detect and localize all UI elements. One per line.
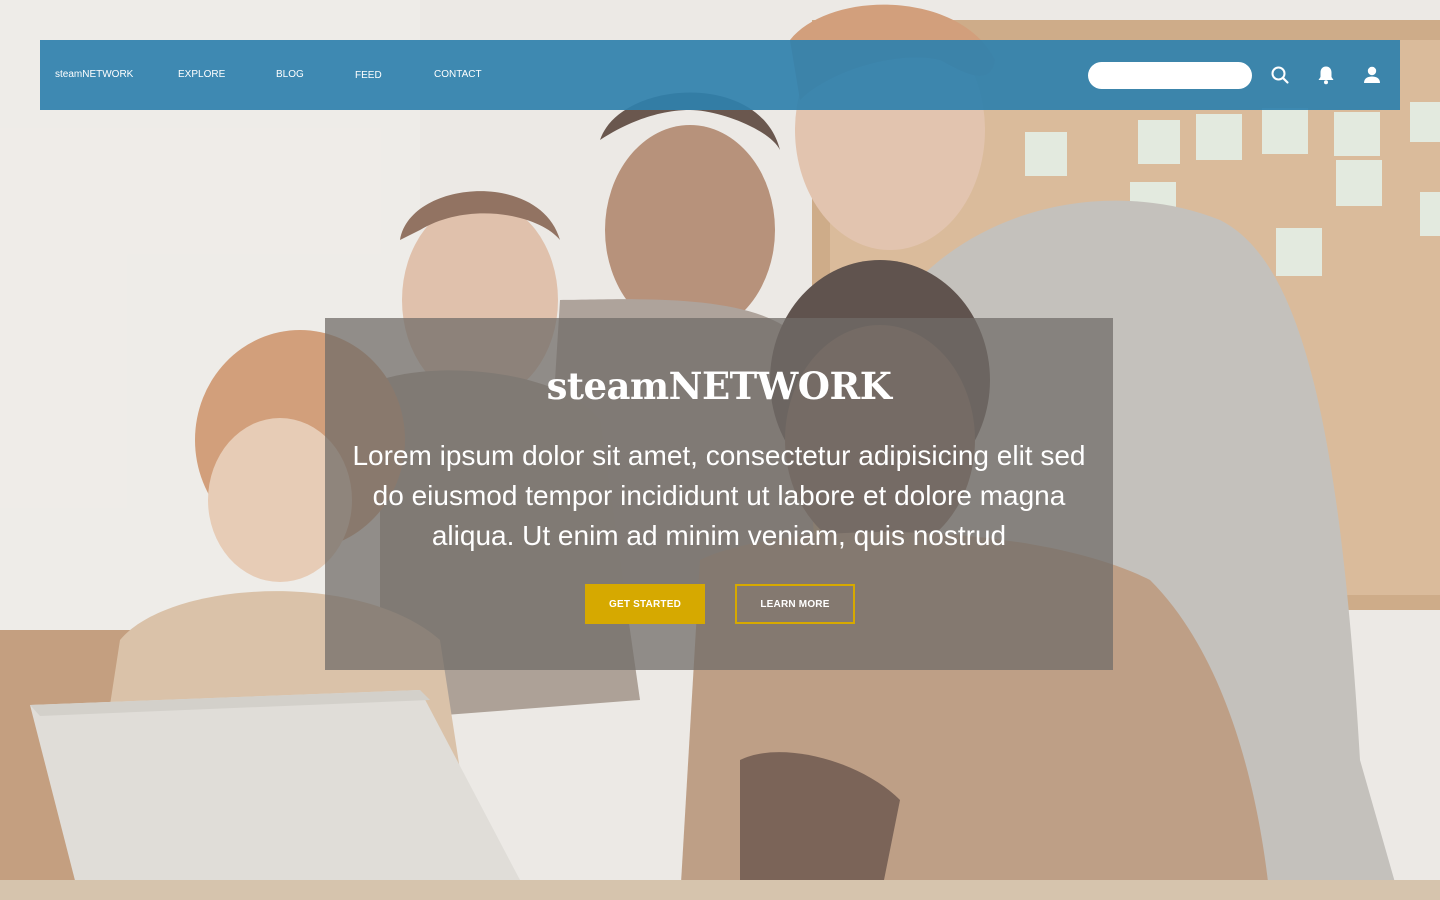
search-input[interactable] bbox=[1088, 62, 1252, 89]
nav-link-contact[interactable]: CONTACT bbox=[434, 69, 482, 81]
get-started-button[interactable]: GET STARTED bbox=[585, 584, 705, 624]
nav-brand-link[interactable]: steamNETWORK bbox=[55, 69, 133, 81]
hero-description: Lorem ipsum dolor sit amet, consectetur … bbox=[352, 440, 1086, 551]
bell-icon[interactable] bbox=[1315, 64, 1337, 86]
learn-more-button[interactable]: LEARN MORE bbox=[735, 584, 855, 624]
nav-link-explore[interactable]: EXPLORE bbox=[178, 69, 225, 81]
hero-title: steamNETWORK bbox=[546, 364, 892, 408]
nav-link-feed[interactable]: FEED bbox=[355, 70, 382, 82]
search-icon[interactable] bbox=[1269, 64, 1291, 86]
user-icon[interactable] bbox=[1361, 64, 1383, 86]
hero-card: steamNETWORK Lorem ipsum dolor sit amet,… bbox=[325, 318, 1113, 670]
nav-link-blog[interactable]: BLOG bbox=[276, 69, 304, 81]
top-navbar: steamNETWORK EXPLORE BLOG FEED CONTACT bbox=[40, 40, 1400, 110]
hero-section: steamNETWORK EXPLORE BLOG FEED CONTACT s… bbox=[0, 0, 1440, 900]
